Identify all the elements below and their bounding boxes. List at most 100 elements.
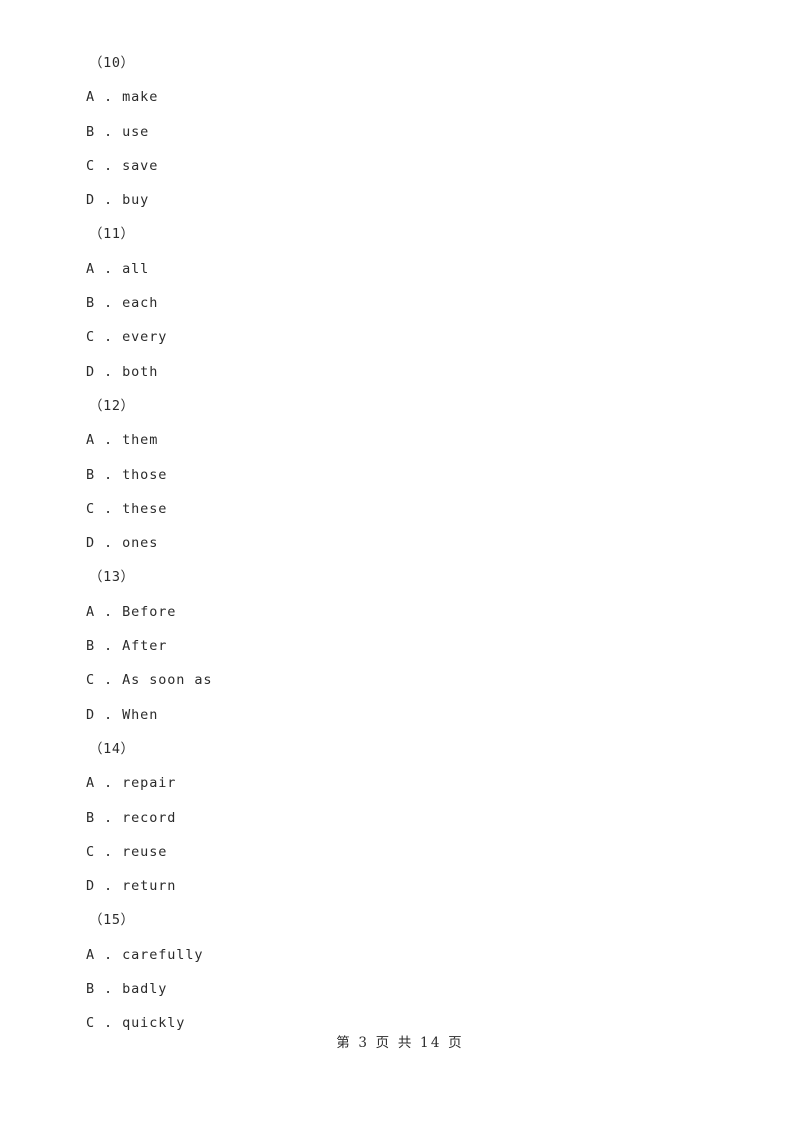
option-letter: D — [86, 192, 96, 209]
option-text: these — [122, 500, 168, 517]
option-letter: A — [86, 432, 96, 449]
answer-option[interactable]: B . those — [0, 458, 800, 492]
option-text: use — [122, 123, 150, 140]
option-separator: . — [95, 295, 123, 312]
option-separator: . — [95, 89, 123, 106]
option-separator: . — [95, 260, 123, 277]
question-block: （13） A . Before B . After C . As soon as D .… — [0, 560, 800, 731]
option-text: both — [122, 363, 159, 380]
option-separator: . — [95, 123, 123, 140]
option-letter: A — [86, 260, 96, 277]
option-text: When — [122, 706, 159, 723]
answer-option[interactable]: D . buy — [0, 183, 800, 217]
option-separator: . — [95, 157, 123, 174]
answer-option[interactable]: B . After — [0, 629, 800, 663]
option-text: make — [122, 89, 159, 106]
answer-option[interactable]: C . As soon as — [0, 663, 800, 697]
option-text: each — [122, 295, 159, 312]
option-letter: C — [86, 500, 96, 517]
option-letter: B — [86, 809, 96, 826]
answer-option[interactable]: C . save — [0, 149, 800, 183]
option-separator: . — [95, 878, 123, 895]
option-text: repair — [122, 775, 177, 792]
answer-option[interactable]: B . record — [0, 801, 800, 835]
option-separator: . — [95, 775, 123, 792]
option-separator: . — [95, 192, 123, 209]
option-text: those — [122, 466, 168, 483]
option-text: After — [122, 638, 168, 655]
option-letter: C — [86, 672, 96, 689]
answer-option[interactable]: B . each — [0, 286, 800, 320]
option-letter: A — [86, 775, 96, 792]
option-letter: B — [86, 466, 96, 483]
option-text: Before — [122, 603, 177, 620]
option-letter: B — [86, 295, 96, 312]
page-number-footer: 第 3 页 共 14 页 — [336, 1035, 464, 1051]
option-separator: . — [95, 946, 123, 963]
question-block: （11） A . all B . each C . every D . both — [0, 217, 800, 388]
option-separator: . — [95, 981, 123, 998]
option-letter: C — [86, 843, 96, 860]
option-separator: . — [95, 432, 123, 449]
option-letter: A — [86, 89, 96, 106]
option-letter: B — [86, 123, 96, 140]
option-letter: B — [86, 638, 96, 655]
option-letter: A — [86, 603, 96, 620]
option-separator: . — [95, 809, 123, 826]
question-number: （12） — [89, 397, 135, 414]
question-number: （11） — [89, 226, 135, 243]
answer-option[interactable]: D . both — [0, 355, 800, 389]
question-block: （12） A . them B . those C . these D . ones — [0, 389, 800, 560]
option-text: quickly — [122, 1015, 186, 1032]
answer-option[interactable]: D . When — [0, 698, 800, 732]
option-text: reuse — [122, 843, 168, 860]
question-list: （10） A . make B . use C . save D . buy （11） A … — [0, 0, 800, 1041]
option-text: them — [122, 432, 159, 449]
option-text: return — [122, 878, 177, 895]
option-text: record — [122, 809, 177, 826]
option-separator: . — [95, 500, 123, 517]
option-separator: . — [95, 638, 123, 655]
option-separator: . — [95, 363, 123, 380]
option-letter: C — [86, 1015, 96, 1032]
option-separator: . — [95, 535, 123, 552]
option-letter: C — [86, 157, 96, 174]
answer-option[interactable]: C . reuse — [0, 835, 800, 869]
option-letter: C — [86, 329, 96, 346]
option-separator: . — [95, 843, 123, 860]
question-block: （14） A . repair B . record C . reuse D . ret… — [0, 732, 800, 903]
answer-option[interactable]: A . Before — [0, 595, 800, 629]
answer-option[interactable]: A . repair — [0, 766, 800, 800]
answer-option[interactable]: A . them — [0, 423, 800, 457]
option-letter: D — [86, 535, 96, 552]
answer-option[interactable]: A . all — [0, 252, 800, 286]
question-block: （15） A . carefully B . badly C . quickly — [0, 903, 800, 1040]
option-text: buy — [122, 192, 150, 209]
answer-option[interactable]: D . return — [0, 869, 800, 903]
option-separator: . — [95, 706, 123, 723]
answer-option[interactable]: C . every — [0, 320, 800, 354]
option-separator: . — [95, 603, 123, 620]
option-letter: D — [86, 706, 96, 723]
answer-option[interactable]: B . use — [0, 115, 800, 149]
option-letter: B — [86, 981, 96, 998]
answer-option[interactable]: C . these — [0, 492, 800, 526]
option-text: all — [122, 260, 150, 277]
option-separator: . — [95, 466, 123, 483]
option-separator: . — [95, 329, 123, 346]
option-separator: . — [95, 1015, 123, 1032]
option-separator: . — [95, 672, 123, 689]
answer-option[interactable]: B . badly — [0, 972, 800, 1006]
answer-option[interactable]: D . ones — [0, 526, 800, 560]
question-number: （15） — [89, 912, 135, 929]
option-text: save — [122, 157, 159, 174]
option-letter: D — [86, 363, 96, 380]
option-letter: A — [86, 946, 96, 963]
option-text: badly — [122, 981, 168, 998]
question-number: （13） — [89, 569, 135, 586]
answer-option[interactable]: A . make — [0, 80, 800, 114]
option-text: every — [122, 329, 168, 346]
answer-option[interactable]: A . carefully — [0, 938, 800, 972]
document-page: （10） A . make B . use C . save D . buy （11） A … — [0, 0, 800, 1132]
option-text: As soon as — [122, 672, 213, 689]
